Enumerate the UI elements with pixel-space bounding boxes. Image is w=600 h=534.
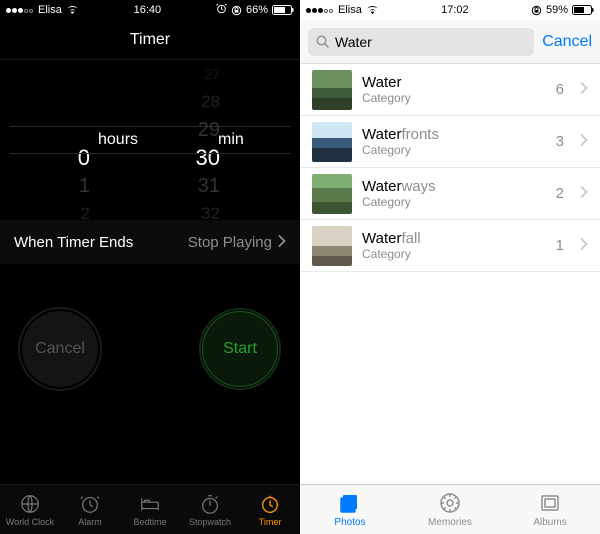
rotation-lock-icon [531, 5, 542, 16]
battery-icon [572, 5, 594, 15]
hours-unit: hours [98, 126, 138, 154]
result-subtitle: Category [362, 195, 546, 209]
alarm-icon [216, 3, 227, 17]
chevron-right-icon [580, 237, 588, 255]
wifi-icon [366, 5, 379, 15]
minutes-wheel[interactable]: 27 28 29 30 31 32 33 [160, 60, 270, 220]
signal-dots-icon [6, 4, 34, 16]
battery-icon [272, 5, 294, 15]
search-result-row[interactable]: Waterways Category 2 [300, 168, 600, 220]
chevron-right-icon [580, 133, 588, 151]
result-count: 6 [556, 81, 564, 98]
carrier-label: Elisa [38, 4, 62, 16]
search-query: Water [335, 34, 372, 50]
search-result-row[interactable]: Waterfronts Category 3 [300, 116, 600, 168]
result-thumbnail [312, 226, 352, 266]
wifi-icon [66, 5, 79, 15]
carrier-label: Elisa [338, 4, 362, 16]
start-button[interactable]: Start [202, 311, 278, 387]
tab-albums[interactable]: Albums [500, 485, 600, 534]
result-thumbnail [312, 174, 352, 214]
ends-value: Stop Playing [188, 234, 272, 251]
result-subtitle: Category [362, 91, 546, 105]
search-bar: Water Cancel [300, 20, 600, 64]
tab-stopwatch[interactable]: Stopwatch [180, 485, 240, 534]
hours-selected: 0 [30, 144, 90, 172]
search-result-row[interactable]: Waterfall Category 1 [300, 220, 600, 272]
minutes-selected: 30 [160, 144, 220, 172]
result-subtitle: Category [362, 247, 546, 261]
result-subtitle: Category [362, 143, 546, 157]
status-bar: Elisa 17:02 59% [300, 0, 600, 20]
search-cancel-button[interactable]: Cancel [542, 33, 592, 51]
tab-memories[interactable]: Memories [400, 485, 500, 534]
search-input[interactable]: Water [308, 28, 534, 56]
result-title: Waterways [362, 178, 546, 195]
cancel-button[interactable]: Cancel [22, 311, 98, 387]
chevron-right-icon [580, 81, 588, 99]
time-picker[interactable]: 0 1 2 3 hours 27 28 29 30 31 32 33 min [0, 60, 300, 220]
battery-pct: 66% [246, 4, 268, 16]
result-title: Water [362, 74, 546, 91]
tab-alarm[interactable]: Alarm [60, 485, 120, 534]
chevron-right-icon [580, 185, 588, 203]
result-thumbnail [312, 70, 352, 110]
result-count: 2 [556, 185, 564, 202]
minutes-unit: min [218, 126, 244, 154]
clock-label: 16:40 [134, 4, 162, 16]
tab-bar: Photos Memories Albums [300, 484, 600, 534]
result-count: 1 [556, 237, 564, 254]
search-result-row[interactable]: Water Category 6 [300, 64, 600, 116]
when-timer-ends-row[interactable]: When Timer Ends Stop Playing [0, 220, 300, 264]
status-bar: Elisa 16:40 66% [0, 0, 300, 20]
result-title: Waterfronts [362, 126, 546, 143]
signal-dots-icon [306, 4, 334, 16]
timer-screen: Elisa 16:40 66% Timer [0, 0, 300, 534]
photos-search-screen: Elisa 17:02 59% Water Cancel [300, 0, 600, 534]
tab-bar: World Clock Alarm Bedtime Stopwatch Time… [0, 484, 300, 534]
tab-photos[interactable]: Photos [300, 485, 400, 534]
result-thumbnail [312, 122, 352, 162]
result-title: Waterfall [362, 230, 546, 247]
search-results: Water Category 6 Waterfronts Category 3 … [300, 64, 600, 272]
tab-timer[interactable]: Timer [240, 485, 300, 534]
result-count: 3 [556, 133, 564, 150]
nav-title: Timer [0, 20, 300, 60]
battery-pct: 59% [546, 4, 568, 16]
clock-label: 17:02 [441, 4, 469, 16]
tab-bedtime[interactable]: Bedtime [120, 485, 180, 534]
tab-world-clock[interactable]: World Clock [0, 485, 60, 534]
ends-label: When Timer Ends [14, 234, 133, 251]
search-icon [316, 35, 329, 48]
rotation-lock-icon [231, 5, 242, 16]
chevron-right-icon [278, 234, 286, 251]
